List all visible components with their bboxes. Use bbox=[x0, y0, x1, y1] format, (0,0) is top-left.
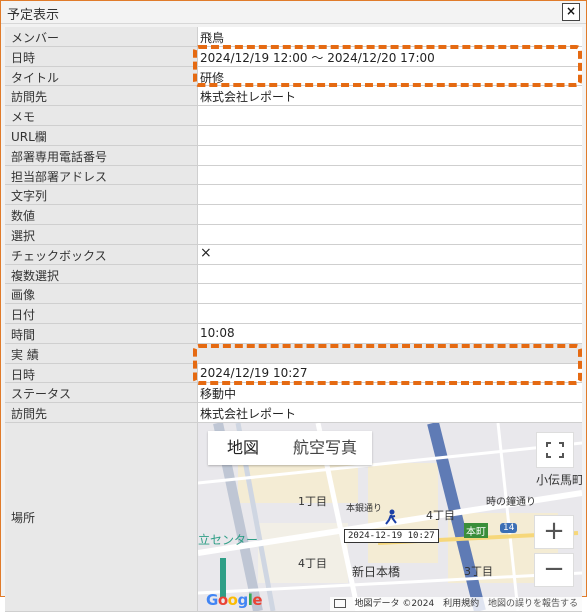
value-time: 10:08 bbox=[200, 325, 235, 340]
row-checkbox: チェックボックス × bbox=[5, 244, 582, 265]
label-member: メンバー bbox=[11, 31, 60, 45]
label-url: URL欄 bbox=[11, 129, 47, 144]
row-memo: メモ bbox=[5, 106, 582, 126]
row-time: 時間 10:08 bbox=[5, 323, 582, 344]
schedule-dialog: 予定表示 × メンバー 飛鳥 日時 2024/12/19 12:00 ～ 202… bbox=[0, 0, 587, 612]
place-kodenmacho: 小伝馬町 bbox=[536, 472, 582, 487]
row-text: 文字列 bbox=[5, 185, 582, 206]
google-logo: Google bbox=[206, 590, 263, 609]
place-4chome-b: 4丁目 bbox=[298, 556, 327, 570]
walking-person-icon bbox=[385, 509, 397, 525]
location-map[interactable]: 地図 航空写真 1丁目 4丁目 4丁目 3丁目 小伝馬町 本町 新日本橋 時の鐘… bbox=[198, 422, 582, 611]
label-image: 画像 bbox=[11, 288, 36, 303]
place-honcho: 本町 bbox=[464, 522, 488, 538]
keyboard-icon[interactable] bbox=[333, 598, 346, 608]
value-visit: 株式会社レポート bbox=[200, 90, 297, 105]
place-4chome-a: 4丁目 bbox=[426, 508, 455, 522]
row-location: 場所 地図 航空写真 1丁目 4丁目 4丁目 3丁目 小伝馬町 本町 新日本橋 … bbox=[5, 422, 582, 612]
row-member: メンバー 飛鳥 bbox=[5, 27, 582, 47]
place-shin-nihonbashi: 新日本橋 bbox=[352, 564, 401, 579]
detail-table: メンバー 飛鳥 日時 2024/12/19 12:00 ～ 2024/12/20… bbox=[5, 27, 582, 612]
label-time: 時間 bbox=[11, 327, 36, 342]
label-datetime: 日時 bbox=[11, 50, 36, 65]
row-number: 数値 bbox=[5, 205, 582, 225]
row-dept-phone: 部署専用電話番号 bbox=[5, 145, 582, 166]
label-title: タイトル bbox=[11, 70, 60, 85]
label-select: 選択 bbox=[11, 228, 36, 243]
fullscreen-button[interactable] bbox=[536, 431, 574, 468]
label-date: 日付 bbox=[11, 308, 36, 323]
zoom-in-button[interactable]: + bbox=[534, 514, 574, 549]
tab-map[interactable]: 地図 bbox=[208, 430, 278, 465]
marker-timestamp-label: 2024-12-19 10:27 bbox=[344, 528, 439, 543]
label-multi-select: 複数選択 bbox=[11, 268, 60, 283]
label-dept-phone: 部署専用電話番号 bbox=[11, 149, 108, 164]
route-14-badge: 14 bbox=[500, 522, 518, 533]
map-type-toggle: 地図 航空写真 bbox=[208, 430, 372, 465]
label-result-visit: 訪問先 bbox=[11, 407, 48, 422]
value-member: 飛鳥 bbox=[200, 31, 225, 45]
value-result-visit: 株式会社レポート bbox=[200, 407, 297, 422]
attribution-terms[interactable]: 利用規約 bbox=[443, 599, 479, 609]
label-result-datetime: 日時 bbox=[11, 367, 36, 382]
label-result-status: ステータス bbox=[11, 387, 72, 402]
close-button[interactable]: × bbox=[562, 3, 580, 21]
fullscreen-icon bbox=[546, 441, 564, 458]
highlight-schedule-box bbox=[193, 45, 582, 87]
place-3chome: 3丁目 bbox=[464, 564, 493, 578]
highlight-results-box bbox=[193, 344, 582, 385]
row-result-visit: 訪問先 株式会社レポート bbox=[5, 403, 582, 423]
row-image: 画像 bbox=[5, 284, 582, 305]
section-results-label: 実 績 bbox=[11, 347, 39, 362]
row-visit: 訪問先 株式会社レポート bbox=[5, 86, 582, 107]
attribution-report[interactable]: 地図の誤りを報告する bbox=[488, 599, 578, 609]
row-dept-address: 担当部署アドレス bbox=[5, 165, 582, 186]
place-hongin-dori: 本銀通り bbox=[346, 503, 383, 514]
label-checkbox: チェックボックス bbox=[11, 248, 107, 263]
label-dept-address: 担当部署アドレス bbox=[11, 169, 108, 184]
place-tokinokane-dori: 時の鐘通り bbox=[486, 496, 536, 508]
label-visit: 訪問先 bbox=[11, 90, 48, 105]
attribution-map-data: 地図データ ©2024 bbox=[354, 598, 435, 609]
value-result-status: 移動中 bbox=[200, 387, 237, 402]
row-date: 日付 bbox=[5, 304, 582, 324]
place-center: 立センター bbox=[198, 532, 259, 547]
row-multi-select: 複数選択 bbox=[5, 264, 582, 285]
row-select: 選択 bbox=[5, 224, 582, 245]
label-location: 場所 bbox=[11, 510, 36, 525]
person-marker-icon[interactable] bbox=[384, 509, 398, 525]
place-1chome: 1丁目 bbox=[298, 494, 327, 508]
map-attribution: 地図データ ©2024 利用規約 地図の誤りを報告する bbox=[329, 596, 582, 611]
value-checkbox: × bbox=[200, 244, 212, 261]
row-url: URL欄 bbox=[5, 125, 582, 146]
dialog-title: 予定表示 bbox=[7, 8, 60, 23]
label-memo: メモ bbox=[11, 110, 36, 125]
zoom-out-button[interactable]: − bbox=[534, 552, 574, 587]
title-bar: 予定表示 × bbox=[1, 1, 586, 24]
tab-satellite[interactable]: 航空写真 bbox=[278, 430, 372, 465]
label-number: 数値 bbox=[11, 209, 36, 224]
row-result-status: ステータス 移動中 bbox=[5, 383, 582, 404]
label-text: 文字列 bbox=[11, 189, 48, 204]
